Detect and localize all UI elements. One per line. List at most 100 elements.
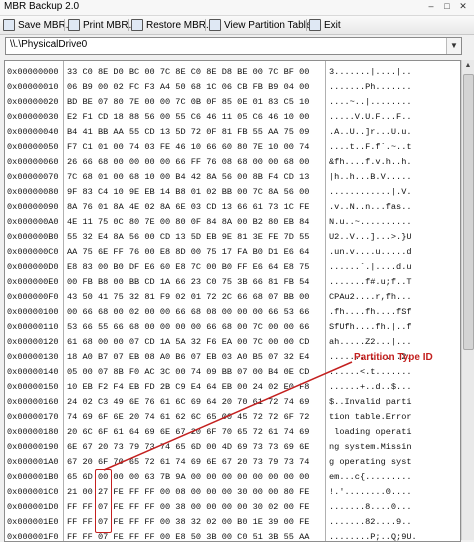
hex-row[interactable]: 0x00000140 05 00 07 8B F0 AC 3C 00 74 09 … xyxy=(5,365,460,380)
ascii-cell: ........P;..Q;9U. xyxy=(329,532,417,542)
hex-view[interactable]: 0x00000000 33 C0 8E D0 BC 00 7C 8E C0 8E … xyxy=(4,60,461,542)
offset-cell: 0x00000120 xyxy=(7,337,59,347)
hex-row[interactable]: 0x00000110 53 66 55 66 68 00 00 00 00 66 … xyxy=(5,320,460,335)
hex-row[interactable]: 0x00000000 33 C0 8E D0 BC 00 7C 8E C0 8E … xyxy=(5,65,460,80)
ascii-cell: &fh....f.v.h..h. xyxy=(329,157,412,167)
hex-bytes-cell: 24 02 C3 49 6E 76 61 6C 69 64 20 70 61 7… xyxy=(67,397,310,407)
offset-cell: 0x00000140 xyxy=(7,367,59,377)
ascii-cell: .......f#.u;f..T xyxy=(329,277,412,287)
ascii-cell: loading operati xyxy=(329,427,412,437)
partition-type-highlight xyxy=(95,469,112,533)
offset-cell: 0x000000D0 xyxy=(7,262,59,272)
hex-row[interactable]: 0x00000090 8A 76 01 8A 4E 02 8A 6E 03 CD … xyxy=(5,200,460,215)
hex-row[interactable]: 0x00000050 F7 C1 01 00 74 03 FE 46 10 66 … xyxy=(5,140,460,155)
print-mbr-button[interactable]: Print MBR... xyxy=(68,17,137,33)
hex-row[interactable]: 0x00000010 06 B9 00 02 FC F3 A4 50 68 1C … xyxy=(5,80,460,95)
offset-cell: 0x00000180 xyxy=(7,427,59,437)
hex-row[interactable]: 0x00000160 24 02 C3 49 6E 76 61 6C 69 64 … xyxy=(5,395,460,410)
ascii-cell: .v..N..n...fas.. xyxy=(329,202,412,212)
hex-row[interactable]: 0x00000180 20 6C 6F 61 64 69 6E 67 20 6F … xyxy=(5,425,460,440)
offset-cell: 0x000001F0 xyxy=(7,532,59,542)
toolbar: Save MBR... Print MBR... Restore MBR... … xyxy=(0,16,474,35)
hex-bytes-cell: 4E 11 75 0C 80 7E 00 80 0F 84 8A 00 B2 8… xyxy=(67,217,310,227)
exit-label: Exit xyxy=(324,19,341,31)
hex-row[interactable]: 0x00000120 61 68 00 00 07 CD 1A 5A 32 F6 … xyxy=(5,335,460,350)
exit-icon xyxy=(309,19,321,31)
chevron-down-icon[interactable]: ▼ xyxy=(446,38,461,54)
offset-cell: 0x000000E0 xyxy=(7,277,59,287)
offset-cell: 0x00000040 xyxy=(7,127,59,137)
hex-row[interactable]: 0x00000080 9F 83 C4 10 9E EB 14 B8 01 02 … xyxy=(5,185,460,200)
hex-row[interactable]: 0x000000D0 E8 83 00 B0 DF E6 60 E8 7C 00 … xyxy=(5,260,460,275)
scrollbar-thumb[interactable] xyxy=(463,74,474,350)
hex-bytes-cell: 55 32 E4 8A 56 00 CD 13 5D EB 9E 81 3E F… xyxy=(67,232,310,242)
offset-cell: 0x00000060 xyxy=(7,157,59,167)
ascii-cell: N.u..~.......... xyxy=(329,217,412,227)
offset-cell: 0x00000190 xyxy=(7,442,59,452)
hex-row[interactable]: 0x000000B0 55 32 E4 8A 56 00 CD 13 5D EB … xyxy=(5,230,460,245)
ascii-cell: ....~..|........ xyxy=(329,97,412,107)
hex-bytes-cell: 00 66 68 00 02 00 00 66 68 08 00 00 00 6… xyxy=(67,307,310,317)
hex-row[interactable]: 0x00000150 10 EB F2 F4 EB FD 2B C9 E4 64 … xyxy=(5,380,460,395)
ascii-cell: .......Ph....... xyxy=(329,82,412,92)
hex-row[interactable]: 0x00000100 00 66 68 00 02 00 00 66 68 08 … xyxy=(5,305,460,320)
view-partition-table-button[interactable]: View Partition Table... xyxy=(209,17,320,33)
hex-bytes-cell: 53 66 55 66 68 00 00 00 00 66 68 00 7C 0… xyxy=(67,322,310,332)
hex-row[interactable]: 0x000000F0 43 50 41 75 32 81 F9 02 01 72 … xyxy=(5,290,460,305)
hex-row[interactable]: 0x00000020 BD BE 07 80 7E 00 00 7C 0B 0F … xyxy=(5,95,460,110)
offset-cell: 0x00000110 xyxy=(7,322,59,332)
hex-bytes-cell: 20 6C 6F 61 64 69 6E 67 20 6F 70 65 72 6… xyxy=(67,427,310,437)
toolbar-separator xyxy=(64,19,65,31)
toolbar-separator xyxy=(205,19,206,31)
hex-bytes-cell: 67 20 6F 70 65 72 61 74 69 6E 67 20 73 7… xyxy=(67,457,310,467)
hex-row[interactable]: 0x00000030 E2 F1 CD 18 88 56 00 55 C6 46 … xyxy=(5,110,460,125)
hex-bytes-cell: E2 F1 CD 18 88 56 00 55 C6 46 11 05 C6 4… xyxy=(67,112,310,122)
scroll-up-icon[interactable]: ▲ xyxy=(462,60,474,72)
hex-row[interactable]: 0x000001A0 67 20 6F 70 65 72 61 74 69 6E … xyxy=(5,455,460,470)
ascii-cell: .un.v....u.....d xyxy=(329,247,412,257)
hex-row[interactable]: 0x00000060 26 66 68 00 00 00 00 66 FF 76 … xyxy=(5,155,460,170)
hex-bytes-cell: BD BE 07 80 7E 00 00 7C 0B 0F 85 0E 01 8… xyxy=(67,97,310,107)
hex-row[interactable]: 0x000000A0 4E 11 75 0C 80 7E 00 80 0F 84 … xyxy=(5,215,460,230)
hex-row[interactable]: 0x000000E0 00 FB B8 00 BB CD 1A 66 23 C0 … xyxy=(5,275,460,290)
vertical-scrollbar[interactable]: ▲ xyxy=(461,60,474,540)
hex-row[interactable]: 0x00000170 74 69 6F 6E 20 74 61 62 6C 65 … xyxy=(5,410,460,425)
exit-button[interactable]: Exit xyxy=(309,17,341,33)
hex-bytes-cell: 61 68 00 00 07 CD 1A 5A 32 F6 EA 00 7C 0… xyxy=(67,337,310,347)
hex-bytes-cell: 18 A0 B7 07 EB 08 A0 B6 07 EB 03 A0 B5 0… xyxy=(67,352,310,362)
close-icon[interactable]: ✕ xyxy=(456,1,470,12)
hex-row[interactable]: 0x000001F0 FF FF 07 FE FF FF 00 E8 50 3B … xyxy=(5,530,460,542)
minimize-icon[interactable]: – xyxy=(424,1,438,12)
restore-mbr-button[interactable]: Restore MBR... xyxy=(131,17,214,33)
ascii-cell: ng system.Missin xyxy=(329,442,412,452)
hex-row[interactable]: 0x000001E0 FF FF 07 FE FF FF 00 38 32 02 … xyxy=(5,515,460,530)
offset-cell: 0x00000020 xyxy=(7,97,59,107)
hex-row[interactable]: 0x00000040 B4 41 BB AA 55 CD 13 5D 72 0F … xyxy=(5,125,460,140)
hex-row[interactable]: 0x00000190 6E 67 20 73 79 73 74 65 6D 00 … xyxy=(5,440,460,455)
physical-drive-select[interactable]: \\.\PhysicalDrive0 ▼ xyxy=(5,37,462,55)
offset-cell: 0x000000C0 xyxy=(7,247,59,257)
ascii-cell: .A..U..]r...U.u. xyxy=(329,127,412,137)
hex-bytes-cell: B4 41 BB AA 55 CD 13 5D 72 0F 81 FB 55 A… xyxy=(67,127,310,137)
offset-cell: 0x000000B0 xyxy=(7,232,59,242)
hex-bytes-cell: 74 69 6F 6E 20 74 61 62 6C 65 00 45 72 7… xyxy=(67,412,310,422)
offset-cell: 0x00000150 xyxy=(7,382,59,392)
ascii-cell: ......<.t....... xyxy=(329,367,412,377)
hex-bytes-cell: 43 50 41 75 32 81 F9 02 01 72 2C 66 68 0… xyxy=(67,292,310,302)
hex-row[interactable]: 0x000001D0 FF FF 07 FE FF FF 00 38 00 00 … xyxy=(5,500,460,515)
ascii-cell: $..Invalid parti xyxy=(329,397,412,407)
hex-row[interactable]: 0x000001C0 21 00 27 FE FF FF 00 08 00 00 … xyxy=(5,485,460,500)
ascii-cell: .....V.U.F...F.. xyxy=(329,112,412,122)
hex-row[interactable]: 0x000001B0 65 6D 00 00 00 63 7B 9A 00 00 … xyxy=(5,470,460,485)
hex-row[interactable]: 0x00000070 7C 68 01 00 68 10 00 B4 42 8A … xyxy=(5,170,460,185)
ascii-cell: ......+..d..$... xyxy=(329,382,412,392)
maximize-icon[interactable]: □ xyxy=(440,1,454,12)
offset-cell: 0x000001A0 xyxy=(7,457,59,467)
offset-cell: 0x00000160 xyxy=(7,397,59,407)
ascii-cell: tion table.Error xyxy=(329,412,412,422)
ascii-cell: .......82....9.. xyxy=(329,517,412,527)
hex-row[interactable]: 0x000000C0 AA 75 6E FF 76 00 E8 8D 00 75 … xyxy=(5,245,460,260)
print-icon xyxy=(68,19,80,31)
offset-cell: 0x000001C0 xyxy=(7,487,59,497)
hex-bytes-cell: 33 C0 8E D0 BC 00 7C 8E C0 8E D8 BE 00 7… xyxy=(67,67,310,77)
